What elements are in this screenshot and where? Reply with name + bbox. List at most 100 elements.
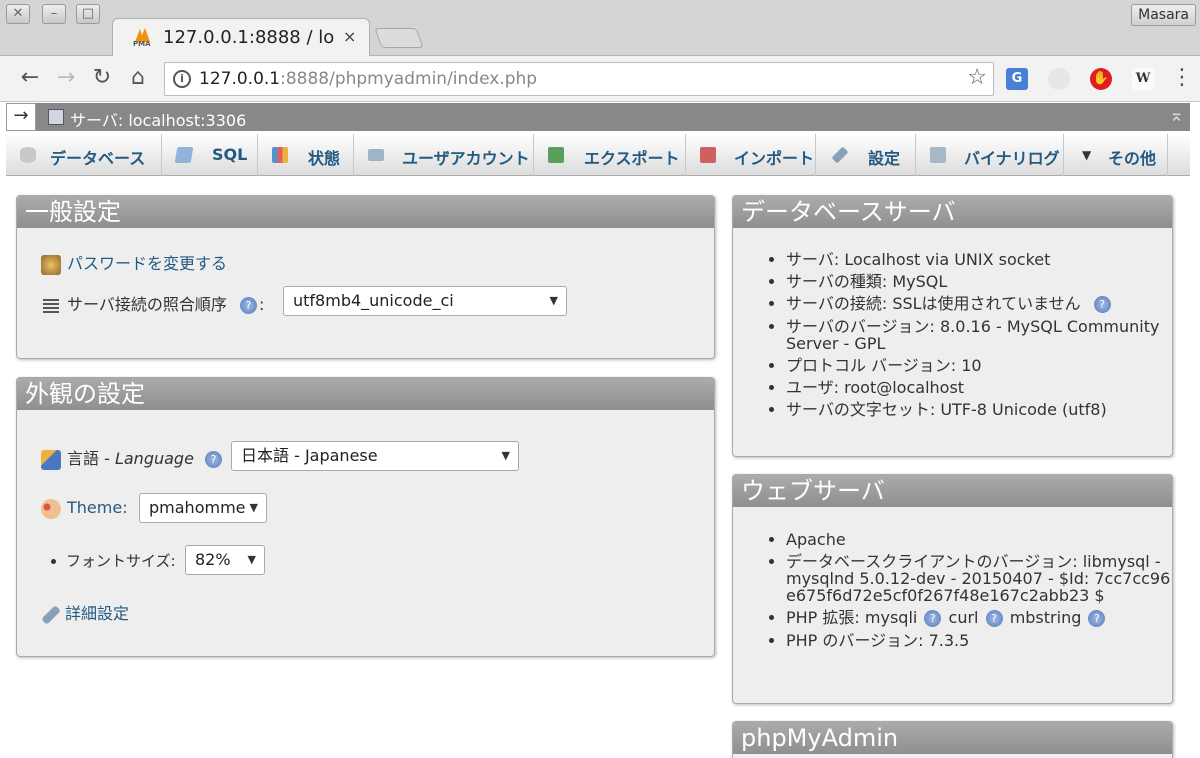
theme-link[interactable]: Theme:	[67, 498, 128, 517]
adblock-extension-icon[interactable]: ✋	[1090, 68, 1112, 90]
database-server-info-list: サーバ: Localhost via UNIX socket サーバの種類: M…	[786, 251, 1164, 423]
list-item: PHP 拡張: mysqli ? curl ? mbstring ?	[786, 609, 1172, 627]
reload-icon[interactable]: ↻	[88, 64, 116, 92]
appearance-settings-panel: 外観の設定 言語 - Language ? 日本語 - Japanese ▼ Th…	[16, 377, 715, 657]
tab-binary-log[interactable]: バイナリログ	[916, 134, 1064, 176]
database-server-panel: データベースサーバ サーバ: Localhost via UNIX socket…	[732, 195, 1173, 457]
sql-icon	[174, 147, 194, 163]
chevron-down-icon: ▼	[249, 501, 258, 514]
tab-close-icon[interactable]: ×	[343, 27, 356, 46]
address-bar[interactable]: i 127.0.0.1:8888/phpmyadmin/index.php ☆	[164, 62, 994, 96]
list-icon	[43, 298, 59, 313]
list-item: データベースクライアントのバージョン: libmysql - mysqlnd 5…	[786, 553, 1172, 604]
extension-grey-icon[interactable]	[1048, 68, 1070, 90]
appearance-settings-title: 外観の設定	[17, 378, 714, 410]
tab-settings[interactable]: 設定	[816, 134, 916, 176]
collation-row: サーバ接続の照合順序 ?:	[43, 291, 264, 315]
import-icon	[700, 147, 716, 163]
browser-tab-active[interactable]: PMA 127.0.0.1:8888 / loc ×	[112, 18, 370, 56]
server-breadcrumb-link[interactable]: サーバ: localhost:3306	[70, 107, 246, 131]
window-titlebar: ✕ – □ PMA 127.0.0.1:8888 / loc × Masara	[0, 0, 1200, 56]
change-password-row: パスワードを変更する	[41, 250, 227, 275]
font-size-row: フォントサイズ:	[51, 550, 176, 571]
key-person-icon	[41, 254, 61, 275]
list-item: PHP のバージョン: 7.3.5	[786, 632, 1172, 649]
collapse-navigation-button[interactable]: →	[6, 103, 36, 131]
binary-log-icon	[930, 147, 946, 163]
general-settings-title: 一般設定	[17, 196, 714, 228]
new-tab-button[interactable]	[374, 28, 424, 48]
tab-sql[interactable]: SQL	[162, 134, 258, 176]
minimize-window-button[interactable]: –	[42, 4, 66, 24]
font-size-label: フォントサイズ:	[66, 552, 176, 570]
tab-status[interactable]: 状態	[258, 134, 354, 176]
url-text: 127.0.0.1:8888/phpmyadmin/index.php	[199, 69, 538, 89]
general-settings-panel: 一般設定 パスワードを変更する サーバ接続の照合順序 ?: utf8mb4_un…	[16, 195, 715, 359]
font-size-select[interactable]: 82% ▼	[185, 545, 265, 575]
tab-import[interactable]: インポート	[686, 134, 816, 176]
tab-databases[interactable]: データベース	[6, 134, 162, 176]
collation-label: サーバ接続の照合順序	[67, 295, 227, 314]
advanced-settings-link[interactable]: 詳細設定	[65, 604, 129, 623]
help-icon[interactable]: ?	[1088, 610, 1106, 627]
forward-icon[interactable]: →	[52, 64, 80, 92]
list-item: サーバの接続: SSLは使用されていません ?	[786, 295, 1164, 313]
status-chart-icon	[272, 147, 288, 163]
wrench-icon	[831, 146, 849, 164]
web-server-info-list: Apache データベースクライアントのバージョン: libmysql - my…	[786, 531, 1172, 654]
phpmyadmin-title: phpMyAdmin	[733, 722, 1172, 754]
help-icon[interactable]: ?	[205, 451, 223, 468]
web-server-panel: ウェブサーバ Apache データベースクライアントのバージョン: libmys…	[732, 474, 1173, 704]
database-icon	[20, 147, 36, 163]
bookmark-star-icon[interactable]: ☆	[967, 65, 987, 90]
chevron-down-icon: ▼	[247, 553, 256, 566]
help-icon[interactable]: ?	[239, 297, 257, 314]
home-icon[interactable]: ⌂	[124, 64, 152, 92]
advanced-settings-row: 詳細設定	[41, 600, 129, 625]
maximize-window-button[interactable]: □	[76, 4, 100, 24]
wikipedia-extension-icon[interactable]: W	[1132, 68, 1154, 90]
database-server-title: データベースサーバ	[733, 196, 1172, 228]
main-menu-tabs: データベース SQL 状態 ユーザアカウント エクスポート インポート 設定 バ…	[6, 134, 1190, 176]
wrench-icon	[41, 604, 61, 625]
change-password-link[interactable]: パスワードを変更する	[67, 254, 227, 273]
collation-select[interactable]: utf8mb4_unicode_ci ▼	[283, 286, 567, 316]
palette-icon	[41, 498, 61, 519]
tab-more[interactable]: ▼ その他	[1064, 134, 1168, 176]
back-icon[interactable]: ←	[16, 64, 44, 92]
language-row: 言語 - Language ?	[41, 445, 224, 470]
list-item: Apache	[786, 531, 1172, 548]
chevron-down-icon: ▼	[1082, 148, 1092, 162]
list-item: プロトコル バージョン: 10	[786, 357, 1164, 374]
list-item: サーバ: Localhost via UNIX socket	[786, 251, 1164, 268]
scroll-top-icon[interactable]: ⌅	[1169, 105, 1184, 126]
export-icon	[548, 147, 564, 163]
list-item: サーバのバージョン: 8.0.16 - MySQL Community Serv…	[786, 318, 1164, 352]
close-window-button[interactable]: ✕	[6, 4, 30, 24]
browser-toolbar: ← → ↻ ⌂ i 127.0.0.1:8888/phpmyadmin/inde…	[0, 56, 1200, 102]
web-server-title: ウェブサーバ	[733, 475, 1172, 507]
tab-title: 127.0.0.1:8888 / loc	[163, 27, 335, 48]
chevron-down-icon: ▼	[501, 449, 510, 462]
theme-row: Theme:	[41, 498, 128, 519]
language-select[interactable]: 日本語 - Japanese ▼	[231, 441, 519, 471]
user-accounts-icon	[368, 149, 384, 161]
browser-menu-icon[interactable]: ⋮	[1168, 64, 1196, 92]
list-item: サーバの文字セット: UTF-8 Unicode (utf8)	[786, 401, 1164, 418]
theme-select[interactable]: pmahomme ▼	[139, 493, 267, 523]
tab-user-accounts[interactable]: ユーザアカウント	[354, 134, 534, 176]
translate-extension-icon[interactable]: G	[1006, 68, 1028, 90]
phpmyadmin-panel: phpMyAdmin	[732, 721, 1173, 758]
help-icon[interactable]: ?	[924, 610, 942, 627]
profile-user-badge[interactable]: Masara	[1131, 4, 1196, 26]
help-icon[interactable]: ?	[1093, 296, 1111, 313]
tab-export[interactable]: エクスポート	[534, 134, 686, 176]
server-icon	[48, 109, 64, 125]
language-person-icon	[41, 449, 61, 470]
pma-favicon-icon: PMA	[133, 26, 153, 48]
server-breadcrumb-bar: → サーバ: localhost:3306 ⌅	[6, 103, 1190, 131]
list-item: サーバの種類: MySQL	[786, 273, 1164, 290]
chevron-down-icon: ▼	[549, 294, 558, 307]
site-info-icon[interactable]: i	[173, 70, 191, 88]
help-icon[interactable]: ?	[985, 610, 1003, 627]
